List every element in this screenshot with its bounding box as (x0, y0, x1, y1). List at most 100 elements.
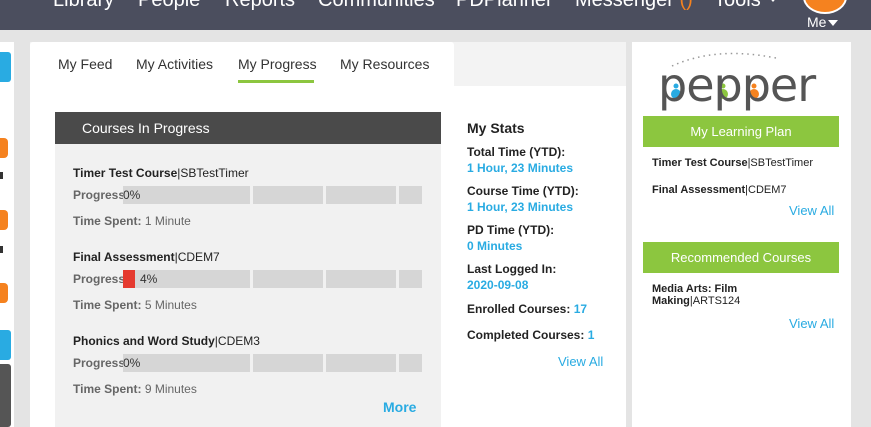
sidebar-button-orange[interactable] (0, 210, 8, 230)
last-logged-label: Last Logged In: (467, 262, 557, 276)
progress-bar: 4% (123, 270, 422, 288)
enrolled-value: 17 (573, 302, 588, 316)
progress-divider (250, 354, 253, 372)
item-name: Timer Test Course (652, 157, 748, 169)
right-panel: pepper My Learning Plan Timer Test Cours… (632, 42, 851, 427)
nav-library[interactable]: Library (53, 0, 114, 12)
sidebar-button-gray[interactable] (0, 364, 11, 427)
item-code: |SBTestTimer (747, 157, 813, 169)
item-name-line2: Making (652, 295, 690, 307)
enrolled-label: Enrolled Courses: (467, 302, 571, 316)
tab-my-feed[interactable]: My Feed (58, 56, 112, 72)
time-spent-value: 9 Minutes (144, 382, 197, 396)
nav-pdplanner[interactable]: PDPlanner (456, 0, 553, 12)
time-spent-row: Time Spent: 5 Minutes (73, 298, 197, 312)
time-spent-value: 1 Minute (144, 214, 191, 228)
chevron-down-icon (828, 20, 839, 26)
completed-label: Completed Courses: (467, 328, 585, 342)
avatar[interactable] (803, 0, 847, 14)
time-spent-label: Time Spent: (73, 382, 142, 396)
nav-tools-label: Tools (714, 0, 761, 11)
tab-content: Courses In Progress Timer Test Course|SB… (30, 86, 626, 427)
nav-reports[interactable]: Reports (225, 0, 295, 12)
course-code: |SBTestTimer (177, 166, 249, 180)
progress-row: Progress (73, 356, 125, 370)
course-time-label: Course Time (YTD): (467, 184, 579, 198)
tab-bar: My Feed My Activities My Progress My Res… (30, 42, 454, 86)
course-code: |CDEM7 (174, 250, 220, 264)
my-stats-title: My Stats (467, 120, 525, 136)
progress-percent: 0% (123, 356, 141, 370)
learning-plan-item[interactable]: Final Assessment|CDEM7 (652, 184, 787, 196)
nav-people[interactable]: People (138, 0, 200, 12)
me-menu[interactable]: Me (807, 14, 839, 30)
tab-my-activities[interactable]: My Activities (136, 56, 213, 72)
stats-view-all-link[interactable]: View All (558, 354, 603, 369)
messenger-badge: () (679, 0, 693, 11)
item-code: |ARTS124 (689, 295, 741, 307)
recommended-view-all-link[interactable]: View All (789, 316, 834, 331)
progress-divider (323, 270, 326, 288)
progress-label: Progress (73, 188, 126, 202)
sidebar-button-blue[interactable] (0, 52, 11, 82)
nav-communities[interactable]: Communities (318, 0, 435, 12)
sidebar-button-orange[interactable] (0, 138, 8, 158)
more-link[interactable]: More (383, 399, 416, 415)
tab-my-progress[interactable]: My Progress (238, 56, 317, 72)
logo-text: pepper (658, 58, 816, 112)
course-title[interactable]: Phonics and Word Study|CDEM3 (73, 334, 260, 348)
time-spent-value: 5 Minutes (144, 298, 197, 312)
progress-label: Progress (73, 272, 126, 286)
nav-messenger[interactable]: Messenger () (575, 0, 693, 12)
course-name: Phonics and Word Study (73, 334, 215, 348)
learning-plan-view-all-link[interactable]: View All (789, 203, 834, 218)
course-title[interactable]: Final Assessment|CDEM7 (73, 250, 220, 264)
progress-bar: 0% (123, 186, 422, 204)
total-time-value: 1 Hour, 23 Minutes (467, 161, 574, 175)
progress-row: Progress (73, 188, 125, 202)
sidebar-button-orange[interactable] (0, 283, 8, 303)
progress-divider (396, 354, 399, 372)
progress-fill (123, 270, 135, 288)
progress-row: Progress (73, 272, 125, 286)
courses-in-progress-title: Courses In Progress (55, 112, 441, 144)
course-name: Final Assessment (73, 250, 175, 264)
progress-divider (250, 186, 253, 204)
item-code: |CDEM7 (745, 184, 787, 196)
pd-time-label: PD Time (YTD): (467, 223, 555, 237)
recommended-item[interactable]: Media Arts: Film Making|ARTS124 (652, 283, 740, 307)
enrolled-courses: Enrolled Courses: 17 (467, 302, 587, 316)
completed-value: 1 (587, 328, 595, 342)
progress-percent: 4% (140, 272, 158, 286)
recommended-courses-button[interactable]: Recommended Courses (643, 242, 839, 273)
sidebar-button-blue[interactable] (0, 330, 11, 360)
time-spent-label: Time Spent: (73, 298, 142, 312)
course-code: |CDEM3 (214, 334, 260, 348)
learning-plan-item[interactable]: Timer Test Course|SBTestTimer (652, 157, 813, 169)
progress-divider (396, 186, 399, 204)
pepper-logo: pepper (656, 50, 826, 120)
item-name-line1: Media Arts: Film (652, 283, 738, 295)
pd-time-value: 0 Minutes (467, 239, 523, 253)
course-title[interactable]: Timer Test Course|SBTestTimer (73, 166, 249, 180)
nav-tools[interactable]: Tools (714, 0, 779, 12)
my-learning-plan-button[interactable]: My Learning Plan (643, 116, 839, 147)
progress-divider (396, 270, 399, 288)
progress-percent: 0% (123, 188, 141, 202)
time-spent-row: Time Spent: 9 Minutes (73, 382, 197, 396)
left-sidebar (0, 42, 14, 427)
progress-divider (323, 186, 326, 204)
last-logged-value: 2020-09-08 (467, 278, 529, 292)
tab-my-resources[interactable]: My Resources (340, 56, 429, 72)
active-tab-indicator (238, 80, 314, 83)
progress-divider (323, 354, 326, 372)
completed-courses: Completed Courses: 1 (467, 328, 594, 342)
course-name: Timer Test Course (73, 166, 178, 180)
nav-messenger-label: Messenger (575, 0, 674, 11)
courses-in-progress: Courses In Progress Timer Test Course|SB… (55, 112, 441, 427)
sidebar-tick (0, 172, 3, 179)
total-time-label: Total Time (YTD): (467, 145, 566, 159)
main-panel: My Feed My Activities My Progress My Res… (30, 42, 626, 427)
progress-bar: 0% (123, 354, 422, 372)
me-label: Me (807, 14, 827, 30)
